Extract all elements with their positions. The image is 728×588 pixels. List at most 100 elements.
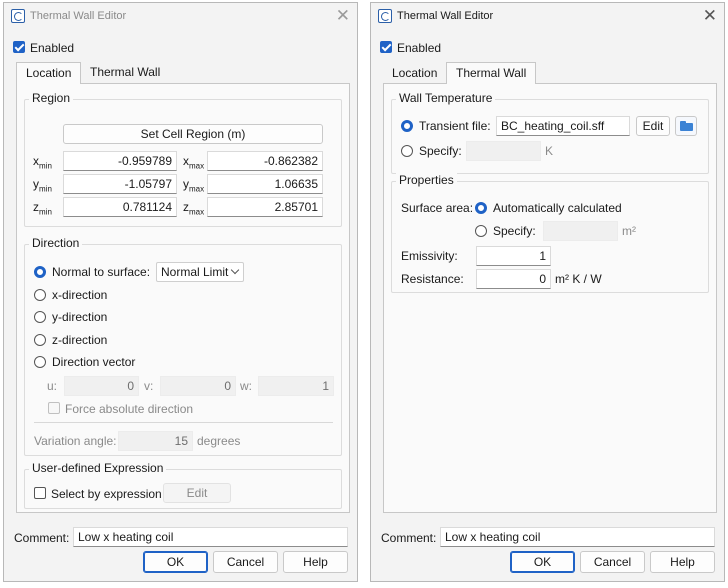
variation-angle-label: Variation angle: xyxy=(34,434,117,448)
specify-temperature-label: Specify: xyxy=(419,144,462,158)
x-direction-label: x-direction xyxy=(52,288,108,302)
x-direction-radio[interactable] xyxy=(34,289,46,301)
help-button[interactable]: Help xyxy=(283,551,348,573)
direction-vector-label: Direction vector xyxy=(52,355,136,369)
specify-area-radio[interactable] xyxy=(475,225,487,237)
expression-title: User-defined Expression xyxy=(29,461,167,475)
cancel-button[interactable]: Cancel xyxy=(213,551,278,573)
tab-thermal-wall[interactable]: Thermal Wall xyxy=(81,62,169,84)
window-title: Thermal Wall Editor xyxy=(397,10,494,22)
tab-location[interactable]: Location xyxy=(16,62,82,84)
title-bar[interactable]: Thermal Wall Editor ✕ xyxy=(4,3,357,30)
close-icon[interactable]: ✕ xyxy=(336,6,350,26)
y-direction-radio[interactable] xyxy=(34,311,46,323)
enabled-label: Enabled xyxy=(397,41,442,55)
xmax-label: xmax xyxy=(183,154,205,171)
set-cell-region-button[interactable]: Set Cell Region (m) xyxy=(63,124,323,144)
specify-area-label: Specify: xyxy=(493,224,536,238)
force-absolute-checkbox[interactable] xyxy=(48,402,60,414)
properties-title: Properties xyxy=(396,173,457,187)
thermal-wall-editor-right: Thermal Wall Editor ✕ Enabled Location T… xyxy=(370,2,725,582)
transient-file-label: Transient file: xyxy=(419,119,491,133)
emissivity-label: Emissivity: xyxy=(401,249,458,263)
xmin-label: xmin xyxy=(33,154,52,171)
window-title: Thermal Wall Editor xyxy=(30,10,127,22)
specify-temperature-radio[interactable] xyxy=(401,145,413,157)
z-direction-label: z-direction xyxy=(52,333,108,347)
app-icon xyxy=(11,9,25,23)
ymax-field[interactable]: 1.06635 xyxy=(207,174,323,194)
surface-area-label: Surface area: xyxy=(401,201,474,215)
enabled-checkbox[interactable] xyxy=(13,41,25,53)
ymin-label: ymin xyxy=(33,177,52,194)
resistance-label: Resistance: xyxy=(401,272,464,286)
comment-field[interactable]: Low x heating coil xyxy=(73,527,348,547)
help-button[interactable]: Help xyxy=(650,551,715,573)
xmin-field[interactable]: -0.959789 xyxy=(63,151,177,171)
v-label: v: xyxy=(144,379,154,393)
w-label: w: xyxy=(240,379,252,393)
zmax-label: zmax xyxy=(183,200,205,217)
u-field[interactable]: 0 xyxy=(64,376,139,396)
thermal-wall-panel: Wall Temperature Transient file: BC_heat… xyxy=(383,83,717,513)
xmax-field[interactable]: -0.862382 xyxy=(207,151,323,171)
ymin-field[interactable]: -1.05797 xyxy=(63,174,177,194)
ymax-label: ymax xyxy=(183,177,205,194)
region-title: Region xyxy=(29,91,74,105)
ok-button[interactable]: OK xyxy=(143,551,208,573)
direction-vector-radio[interactable] xyxy=(34,356,46,368)
title-bar[interactable]: Thermal Wall Editor ✕ xyxy=(371,3,724,30)
y-direction-label: y-direction xyxy=(52,310,108,324)
enabled-checkbox[interactable] xyxy=(380,41,392,53)
comment-field[interactable]: Low x heating coil xyxy=(440,527,715,547)
variation-unit: degrees xyxy=(197,434,241,448)
transient-file-field[interactable]: BC_heating_coil.sff xyxy=(496,116,630,136)
tab-thermal-wall[interactable]: Thermal Wall xyxy=(446,62,537,84)
cancel-button[interactable]: Cancel xyxy=(580,551,645,573)
location-panel: Region Set Cell Region (m) xmin -0.95978… xyxy=(16,83,350,513)
z-direction-radio[interactable] xyxy=(34,334,46,346)
wall-temperature-group: Wall Temperature Transient file: BC_heat… xyxy=(391,91,709,174)
comment-label: Comment: xyxy=(14,531,70,545)
select-by-expression-label: Select by expression xyxy=(51,487,162,501)
expression-edit-button[interactable]: Edit xyxy=(163,483,231,503)
direction-divider xyxy=(34,422,333,423)
zmin-label: zmin xyxy=(33,200,52,217)
direction-title: Direction xyxy=(29,236,83,250)
select-by-expression-checkbox[interactable] xyxy=(34,487,46,499)
v-field[interactable]: 0 xyxy=(160,376,236,396)
zmax-field[interactable]: 2.85701 xyxy=(207,197,323,217)
comment-label: Comment: xyxy=(381,531,437,545)
close-icon[interactable]: ✕ xyxy=(703,6,717,26)
u-label: u: xyxy=(47,379,58,393)
force-absolute-label: Force absolute direction xyxy=(65,402,194,416)
chevron-down-icon xyxy=(230,265,240,275)
thermal-wall-editor-left: Thermal Wall Editor ✕ Enabled Location T… xyxy=(3,2,358,582)
enabled-label: Enabled xyxy=(30,41,75,55)
specify-area-field[interactable] xyxy=(543,221,618,241)
normal-to-surface-radio[interactable] xyxy=(34,266,46,278)
zmin-field[interactable]: 0.781124 xyxy=(63,197,177,217)
w-field[interactable]: 1 xyxy=(258,376,334,396)
resistance-field[interactable]: 0 xyxy=(476,269,551,289)
transient-file-radio[interactable] xyxy=(401,120,413,132)
ok-button[interactable]: OK xyxy=(510,551,575,573)
wall-temperature-title: Wall Temperature xyxy=(396,91,496,105)
properties-group: Properties Surface area: Automatically c… xyxy=(391,173,709,293)
region-group: Region Set Cell Region (m) xmin -0.95978… xyxy=(24,91,342,227)
normal-to-surface-label: Normal to surface: xyxy=(52,265,151,279)
transient-edit-button[interactable]: Edit xyxy=(636,116,670,136)
specify-temperature-field[interactable] xyxy=(466,141,541,161)
normal-limit-value: Normal Limit xyxy=(161,265,229,279)
area-unit: m² xyxy=(622,224,636,238)
auto-calculated-label: Automatically calculated xyxy=(493,201,622,215)
auto-calculated-radio[interactable] xyxy=(475,202,487,214)
emissivity-field[interactable]: 1 xyxy=(476,246,551,266)
variation-angle-field[interactable]: 15 xyxy=(118,431,193,451)
folder-open-icon[interactable] xyxy=(675,116,697,136)
tab-location[interactable]: Location xyxy=(383,63,446,85)
app-icon xyxy=(378,9,392,23)
expression-group: User-defined Expression Select by expres… xyxy=(24,461,342,509)
normal-limit-select[interactable]: Normal Limit xyxy=(156,262,244,282)
temperature-unit: K xyxy=(545,144,554,158)
